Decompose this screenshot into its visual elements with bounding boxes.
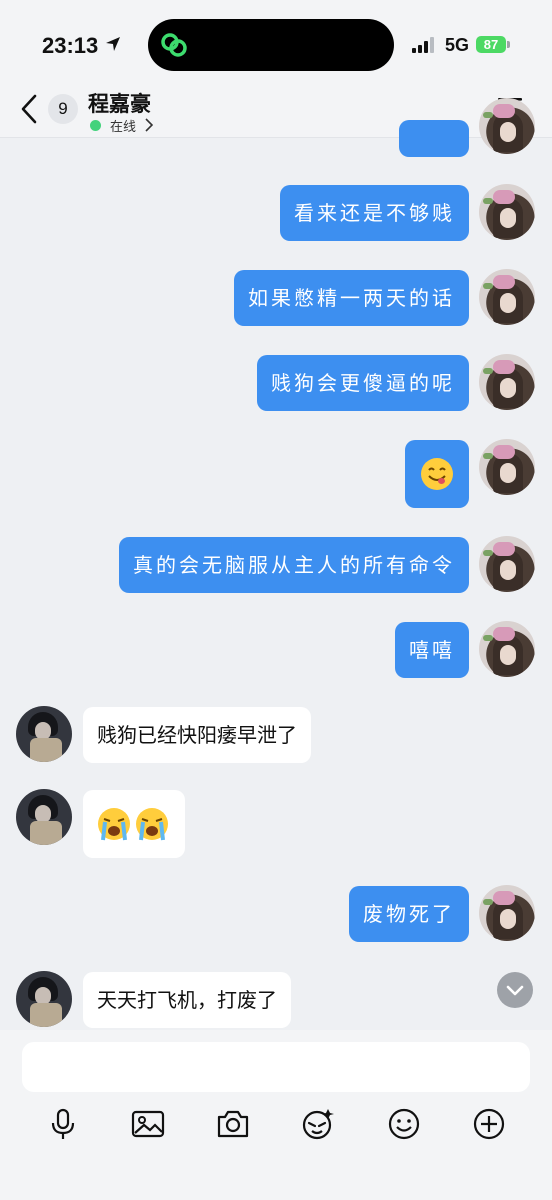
message-bubble-outgoing[interactable]: 嘻嘻: [395, 622, 469, 678]
status-time: 23:13: [42, 33, 99, 58]
avatar-self[interactable]: [479, 885, 535, 941]
input-area: [0, 1030, 552, 1200]
message-bubble-incoming[interactable]: 天天打飞机，打废了: [83, 972, 291, 1028]
avatar-contact[interactable]: [16, 789, 72, 845]
unread-count-badge: 9: [48, 94, 78, 124]
avatar-contact[interactable]: [16, 706, 72, 762]
back-button[interactable]: 9: [14, 90, 78, 130]
message-bubble-outgoing[interactable]: 看来还是不够贱: [280, 185, 469, 241]
avatar-self[interactable]: [479, 621, 535, 677]
avatar-self[interactable]: [479, 354, 535, 410]
message-bubble-outgoing[interactable]: 真的会无脑服从主人的所有命令: [119, 537, 469, 593]
scroll-to-bottom-button[interactable]: [497, 972, 533, 1008]
message-bubble-outgoing[interactable]: [399, 120, 469, 157]
avatar-self[interactable]: [479, 439, 535, 495]
chevron-down-icon: [506, 985, 524, 996]
avatar-self[interactable]: [479, 98, 535, 154]
message-bubble-incoming[interactable]: [83, 790, 185, 858]
chevron-right-icon: [145, 118, 153, 132]
avatar-self[interactable]: [479, 269, 535, 325]
camera-icon[interactable]: [215, 1106, 251, 1142]
microphone-icon[interactable]: [45, 1106, 81, 1142]
avatar-contact[interactable]: [16, 971, 72, 1027]
link-app-icon: [161, 33, 187, 57]
image-icon[interactable]: [130, 1106, 166, 1142]
dynamic-island: [148, 19, 394, 71]
emoji-icon[interactable]: [386, 1106, 422, 1142]
online-status-text: 在线: [110, 120, 137, 135]
status-bar: 23:13 5G 87: [0, 0, 552, 86]
yum-emoji-icon: [421, 458, 453, 490]
online-dot: [90, 120, 101, 131]
message-bubble-outgoing[interactable]: [405, 440, 469, 508]
message-input[interactable]: [22, 1042, 530, 1092]
plus-icon[interactable]: [471, 1106, 507, 1142]
chat-header: 9 程嘉豪 在线: [0, 86, 552, 138]
sticker-icon[interactable]: [300, 1106, 336, 1142]
contact-name[interactable]: 程嘉豪: [88, 88, 151, 118]
battery-indicator: 87: [476, 36, 506, 53]
crying-emoji-icon: [98, 808, 130, 841]
crying-emoji-icon: [136, 808, 168, 841]
battery-tip: [507, 41, 510, 48]
avatar-self[interactable]: [479, 184, 535, 240]
message-bubble-outgoing[interactable]: 如果憋精一两天的话: [234, 270, 469, 326]
message-bubble-outgoing[interactable]: 废物死了: [349, 886, 469, 942]
chevron-left-icon: [21, 94, 37, 124]
network-type: 5G: [445, 35, 470, 55]
location-arrow-icon: [106, 37, 120, 51]
message-bubble-incoming[interactable]: 贱狗已经快阳痿早泄了: [83, 707, 311, 763]
signal-icon: [412, 37, 434, 53]
message-bubble-outgoing[interactable]: 贱狗会更傻逼的呢: [257, 355, 469, 411]
avatar-self[interactable]: [479, 536, 535, 592]
